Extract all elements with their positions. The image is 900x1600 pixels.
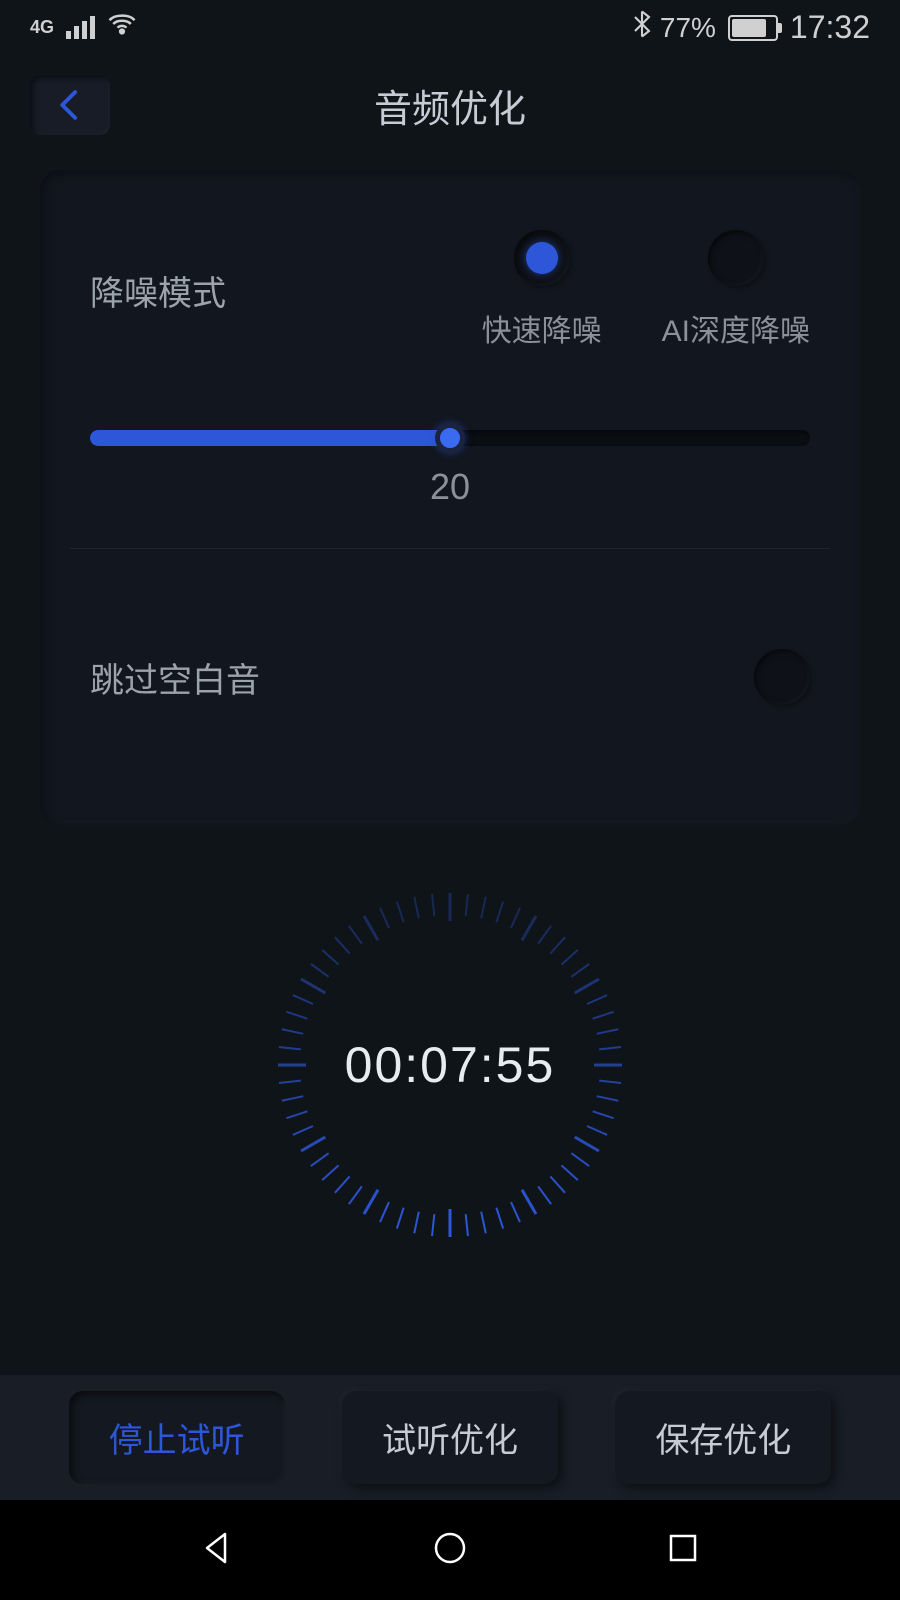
radio-option-ai-deep[interactable]: AI深度降噪 — [662, 230, 810, 350]
preview-optimize-button[interactable]: 试听优化 — [342, 1391, 558, 1484]
signal-icon — [66, 16, 95, 39]
bluetooth-icon — [632, 10, 652, 45]
nav-back-icon[interactable] — [197, 1528, 237, 1573]
battery-icon — [728, 15, 778, 41]
slider-value: 20 — [90, 466, 810, 508]
timer-display: 00:07:55 — [345, 1036, 556, 1094]
noise-reduction-slider[interactable] — [90, 430, 810, 446]
settings-panel: 降噪模式 快速降噪 AI深度降噪 20 跳过空白音 — [40, 170, 860, 825]
noise-reduction-row: 降噪模式 快速降噪 AI深度降噪 — [90, 230, 810, 350]
nav-home-icon[interactable] — [430, 1528, 470, 1573]
status-bar: 4G 77% 17:32 — [0, 0, 900, 55]
stop-preview-button[interactable]: 停止试听 — [69, 1391, 285, 1484]
save-optimize-button[interactable]: 保存优化 — [615, 1391, 831, 1484]
back-button[interactable] — [30, 75, 110, 135]
noise-reduction-radio-group: 快速降噪 AI深度降噪 — [482, 230, 810, 350]
skip-silence-row: 跳过空白音 — [90, 589, 810, 785]
status-right: 77% 17:32 — [632, 9, 870, 46]
divider — [70, 548, 830, 549]
status-left: 4G — [30, 9, 137, 46]
radio-label-fast: 快速降噪 — [482, 306, 602, 350]
network-type: 4G — [30, 17, 54, 38]
radio-option-fast[interactable]: 快速降噪 — [482, 230, 602, 350]
timer-section: 00:07:55 — [0, 885, 900, 1245]
system-nav-bar — [0, 1500, 900, 1600]
radio-label-ai-deep: AI深度降噪 — [662, 306, 810, 350]
slider-thumb[interactable] — [435, 423, 465, 453]
radio-circle-fast[interactable] — [514, 230, 570, 286]
nav-recent-icon[interactable] — [663, 1528, 703, 1573]
slider-fill — [90, 430, 450, 446]
skip-silence-toggle[interactable] — [754, 649, 810, 705]
skip-silence-label: 跳过空白音 — [90, 653, 260, 702]
chevron-left-icon — [56, 87, 84, 123]
clock-time: 17:32 — [790, 9, 870, 46]
timer-clock: 00:07:55 — [270, 885, 630, 1245]
radio-circle-ai-deep[interactable] — [708, 230, 764, 286]
page-title: 音频优化 — [374, 78, 526, 133]
bottom-action-bar: 停止试听 试听优化 保存优化 — [0, 1375, 900, 1500]
noise-reduction-slider-section: 20 — [90, 430, 810, 508]
wifi-icon — [107, 9, 137, 46]
noise-reduction-label: 降噪模式 — [90, 266, 226, 315]
battery-percent: 77% — [660, 12, 716, 44]
header: 音频优化 — [0, 55, 900, 155]
